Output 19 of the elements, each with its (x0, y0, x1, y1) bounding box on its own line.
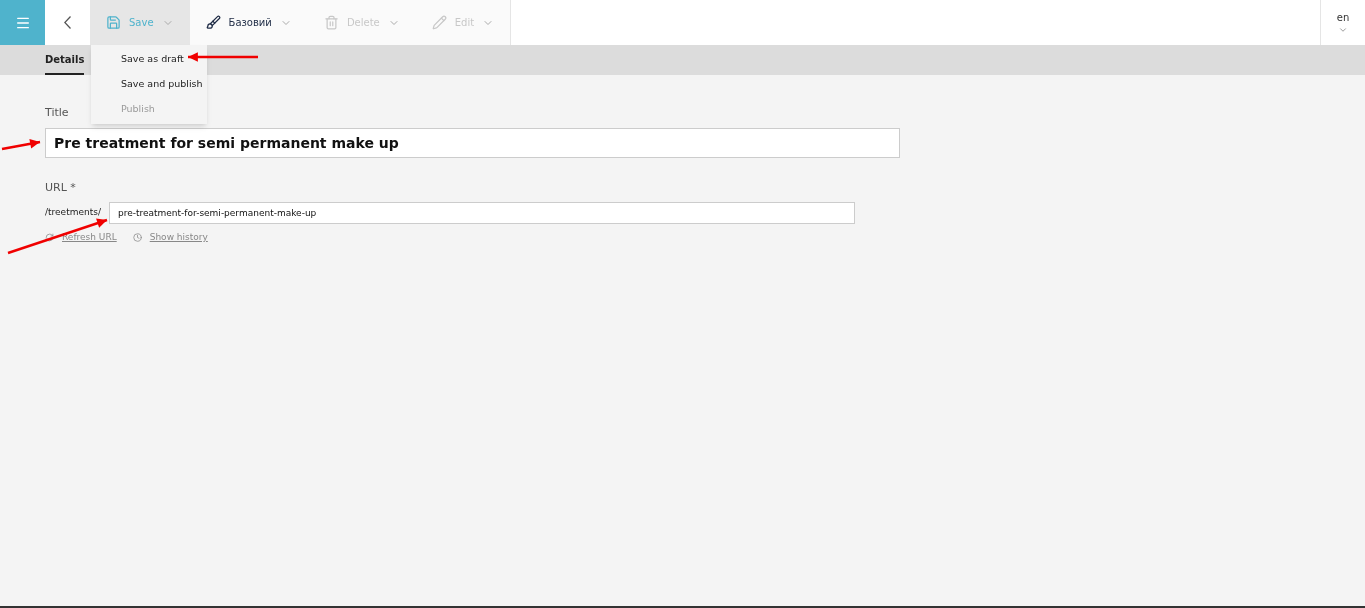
field-label: Title (45, 105, 69, 121)
url-input[interactable]: pre-treatment-for-semi-permanent-make-up (108, 202, 855, 224)
pencil-icon (431, 15, 447, 30)
refresh-icon (45, 233, 54, 243)
trash-icon (323, 15, 339, 30)
title-input[interactable]: Pre treatment for semi permanent make up (45, 127, 900, 158)
annotation-arrow (188, 52, 258, 62)
tab[interactable]: Details (45, 45, 85, 75)
menu-item[interactable]: Save and publish (91, 72, 207, 97)
menu-button[interactable] (0, 0, 45, 45)
caret-icon (1338, 25, 1348, 35)
field-label: URL * (45, 179, 76, 196)
url-prefix: /treetments/ (45, 206, 101, 220)
annotation-arrow (1, 139, 41, 151)
save-icon (106, 15, 121, 30)
menu-item[interactable]: Save as draft (91, 47, 207, 72)
clock-icon (132, 233, 142, 243)
back-icon (64, 16, 71, 29)
brush-icon (205, 15, 221, 30)
